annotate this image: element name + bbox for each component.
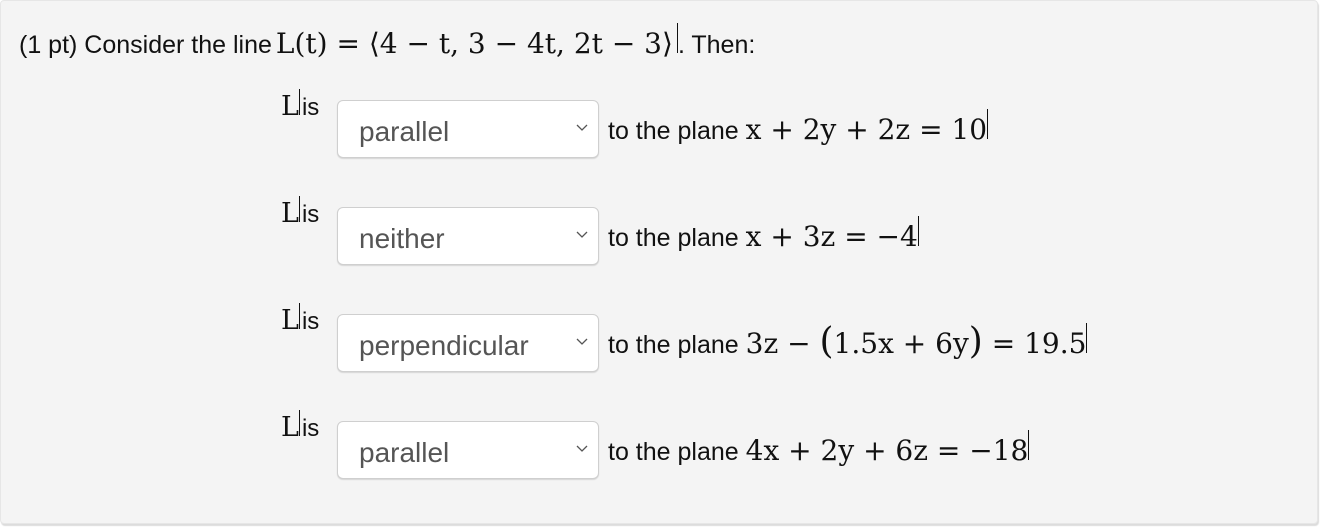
to-plane-text: to the plane	[608, 331, 739, 359]
text-cursor	[917, 216, 919, 246]
plane-equation: 4x + 2y + 6z = −18	[745, 434, 1029, 467]
to-plane-text: to the plane	[608, 117, 739, 145]
relation-select-3[interactable]: perpendicular	[337, 314, 599, 372]
text-cursor	[987, 109, 989, 139]
row-label: L is	[281, 89, 319, 122]
line-equation: L(t) = ⟨4 − t, 3 − 4t, 2t − 3⟩	[275, 27, 673, 60]
selected-value: perpendicular	[359, 330, 529, 361]
verb-text: is	[301, 201, 320, 228]
plane-equation: 3z − (1.5x + 6y) = 19.5	[745, 321, 1087, 362]
answer-row-1: L is parallel to the plane x + 2y + 2z =…	[281, 89, 1281, 159]
chevron-down-icon	[576, 124, 588, 131]
plane-lhs: 3z −	[745, 327, 820, 360]
verb-text: is	[301, 94, 320, 121]
to-plane-text: to the plane	[608, 438, 739, 466]
relation-select-2[interactable]: neither	[337, 207, 599, 265]
verb-text: is	[301, 308, 320, 335]
selected-value: parallel	[359, 437, 450, 468]
problem-panel: (1 pt) Consider the line L(t) = ⟨4 − t, …	[0, 0, 1318, 524]
relation-select-1[interactable]: parallel	[337, 100, 599, 158]
line-symbol: L	[281, 412, 299, 443]
plane-inner: 1.5x + 6y	[833, 327, 969, 360]
text-cursor	[298, 89, 300, 115]
problem-statement: (1 pt) Consider the line L(t) = ⟨4 − t, …	[19, 23, 755, 60]
selected-value: parallel	[359, 116, 450, 147]
row-label: L is	[281, 410, 319, 443]
answer-row-3: L is perpendicular to the plane 3z − (1.…	[281, 303, 1281, 373]
problem-intro: (1 pt) Consider the line	[19, 31, 272, 59]
row-label: L is	[281, 303, 319, 336]
chevron-down-icon	[576, 445, 588, 452]
plane-description: to the plane x + 3z = −4	[608, 216, 919, 253]
row-label: L is	[281, 196, 319, 229]
text-cursor	[298, 196, 300, 222]
answer-row-2: L is neither to the plane x + 3z = −4	[281, 196, 1281, 266]
selected-value: neither	[359, 223, 445, 254]
text-cursor	[1028, 430, 1030, 460]
text-cursor	[298, 303, 300, 329]
paren-close: )	[968, 321, 983, 362]
answer-row-4: L is parallel to the plane 4x + 2y + 6z …	[281, 410, 1281, 480]
line-symbol: L	[281, 91, 299, 122]
text-cursor	[1086, 323, 1088, 353]
chevron-down-icon	[576, 231, 588, 238]
verb-text: is	[301, 415, 320, 442]
plane-description: to the plane 3z − (1.5x + 6y) = 19.5	[608, 321, 1088, 362]
to-plane-text: to the plane	[608, 224, 739, 252]
paren-open: (	[819, 321, 834, 362]
relation-select-4[interactable]: parallel	[337, 421, 599, 479]
plane-description: to the plane x + 2y + 2z = 10	[608, 109, 989, 146]
plane-rhs: = 19.5	[982, 327, 1087, 360]
plane-description: to the plane 4x + 2y + 6z = −18	[608, 430, 1030, 467]
line-symbol: L	[281, 198, 299, 229]
problem-suffix: . Then:	[677, 31, 756, 59]
text-cursor	[298, 410, 300, 436]
line-symbol: L	[281, 305, 299, 336]
plane-equation: x + 3z = −4	[745, 220, 918, 253]
chevron-down-icon	[576, 338, 588, 345]
plane-equation: x + 2y + 2z = 10	[745, 113, 988, 146]
